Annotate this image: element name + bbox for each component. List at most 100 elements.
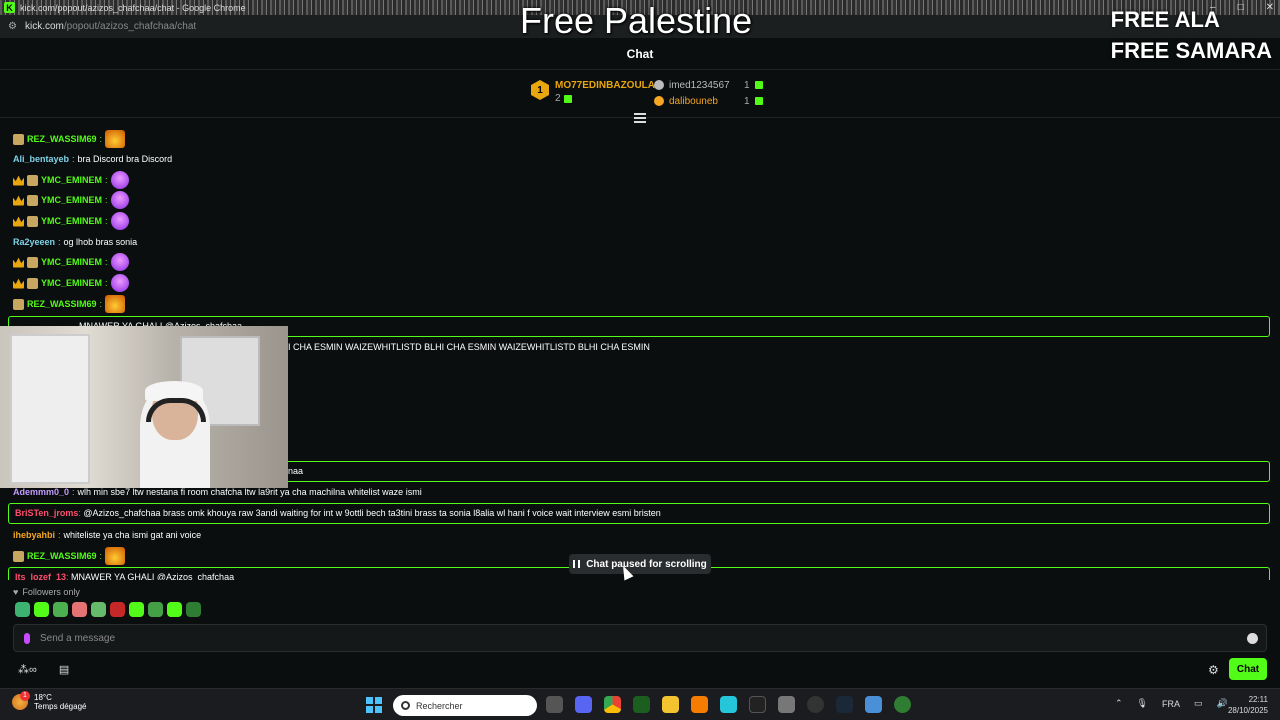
message-input-placeholder: Send a message — [40, 632, 116, 644]
quick-emote-icon[interactable] — [110, 602, 125, 617]
taskbar-clock[interactable]: 22:11 28/10/2025 — [1228, 694, 1268, 716]
chat-message: YMC_EMINEM: — [13, 273, 129, 293]
volume-icon[interactable]: 🔊 — [1217, 698, 1228, 709]
colon: : — [58, 237, 61, 247]
microphone-icon[interactable] — [24, 632, 30, 644]
chat-username[interactable]: REZ_WASSIM69 — [27, 551, 97, 561]
quick-emote-icon[interactable] — [53, 602, 68, 617]
windows-taskbar: 1 18°C Temps dégagé Rechercher ⌃ 🎙 FRA ▭… — [0, 688, 1280, 720]
leaderboard-row[interactable]: imed1234567 1 — [654, 77, 763, 93]
quick-emote-icon[interactable] — [34, 602, 49, 617]
weather-description: Temps dégagé — [34, 702, 87, 711]
quick-emote-icon[interactable] — [15, 602, 30, 617]
window-title: kick.com/popout/azizos_chafchaa/chat - G… — [20, 2, 246, 13]
subscriber-badge-icon — [13, 550, 24, 562]
chat-username[interactable]: REZ_WASSIM69 — [27, 299, 97, 309]
overlay-free-palestine: Free Palestine — [520, 0, 753, 41]
quick-emote-icon[interactable] — [129, 602, 144, 617]
message-input[interactable]: Send a message — [13, 624, 1267, 652]
weather-widget[interactable]: 1 18°C Temps dégagé — [12, 691, 87, 711]
chat-username[interactable]: YMC_EMINEM — [41, 278, 102, 288]
leaderboard-first[interactable]: 1 MO77EDINBAZOULA 2 — [531, 80, 655, 104]
followers-only-indicator: ♥ Followers only — [13, 587, 80, 597]
chat-message: REZ_WASSIM69: — [13, 546, 126, 566]
file-explorer-icon[interactable] — [662, 696, 679, 713]
quick-emote-icon[interactable] — [91, 602, 106, 617]
send-chat-button[interactable]: Chat — [1229, 658, 1267, 680]
chat-text: I CHA ESMIN WAIZEWHITLISTD BLHI CHA ESMI… — [288, 342, 650, 352]
steam-icon[interactable] — [836, 696, 853, 713]
collapse-leaderboard-icon[interactable] — [634, 113, 646, 123]
site-info-icon[interactable]: ⚙ — [8, 21, 17, 32]
app-icon[interactable] — [720, 696, 737, 713]
app-icon[interactable] — [894, 696, 911, 713]
leaderboard-row[interactable]: dalibouneb 1 — [654, 93, 763, 109]
app-icon[interactable] — [749, 696, 766, 713]
emote-icon — [110, 253, 129, 271]
leaderboard-name: dalibouneb — [669, 95, 718, 107]
taskbar-search[interactable]: Rechercher — [393, 695, 537, 716]
emote-icon — [110, 212, 129, 230]
gift-icon — [563, 94, 572, 103]
chat-username[interactable]: YMC_EMINEM — [41, 195, 102, 205]
discord-icon[interactable] — [575, 696, 592, 713]
microphone-tray-icon[interactable]: 🎙 — [1137, 698, 1148, 709]
language-indicator[interactable]: FRA — [1162, 699, 1180, 709]
chat-username[interactable]: YMC_EMINEM — [41, 216, 102, 226]
quick-emote-icon[interactable] — [72, 602, 87, 617]
reward-points-icon[interactable]: ⁂∞ — [18, 663, 37, 676]
app-icon[interactable] — [633, 696, 650, 713]
colon: : — [99, 551, 103, 561]
leaderboard-first-count: 2 — [555, 93, 561, 104]
chat-username[interactable]: lts_lozef_13 — [15, 572, 66, 580]
chat-username[interactable]: Ali_bentayeb — [13, 154, 69, 164]
app-icon[interactable] — [691, 696, 708, 713]
leaderboard-first-name: MO77EDINBAZOULA — [555, 80, 656, 91]
settings-icon[interactable] — [778, 696, 795, 713]
chat-text: @Azizos_chafchaa brass omk khouya raw 3a… — [83, 508, 661, 518]
colon: : — [99, 299, 103, 309]
gift-icon — [754, 81, 763, 89]
task-view-icon[interactable] — [546, 696, 563, 713]
clock-date: 28/10/2025 — [1227, 706, 1268, 715]
chat-message: Ali_bentayeb: bra Discord bra Discord — [13, 149, 172, 169]
quick-emote-icon[interactable] — [167, 602, 182, 617]
chat-username[interactable]: REZ_WASSIM69 — [27, 134, 97, 144]
chat-username[interactable]: BriSTen_jroms — [15, 508, 78, 518]
quick-emote-icon[interactable] — [148, 602, 163, 617]
chat-text: bra Discord bra Discord — [77, 154, 173, 164]
crown-badge-icon — [13, 257, 24, 268]
tray-chevron-icon[interactable]: ⌃ — [1115, 698, 1123, 709]
chat-text: wlh min sbe7 ltw nestana fi room chafcha… — [77, 487, 422, 497]
overlay-right-line1: FREE ALA — [1110, 7, 1220, 32]
chrome-icon[interactable] — [604, 696, 621, 713]
chat-username[interactable]: Ademmm0_0 — [13, 487, 69, 497]
windows-start-icon[interactable] — [366, 697, 382, 713]
crown-badge-icon — [13, 216, 24, 227]
network-icon[interactable]: ▭ — [1194, 698, 1203, 709]
store-icon[interactable]: ▤ — [59, 663, 69, 676]
emoji-picker-icon[interactable] — [1247, 633, 1258, 644]
clock-time: 22:11 — [1248, 695, 1268, 704]
subscriber-badge-icon — [13, 298, 24, 310]
quick-emote-icon[interactable] — [186, 602, 201, 617]
colon: : — [105, 195, 108, 205]
chat-username[interactable]: Ra2yeeen — [13, 237, 55, 247]
chat-username[interactable]: YMC_EMINEM — [41, 175, 102, 185]
app-icon[interactable] — [865, 696, 882, 713]
chat-message: YMC_EMINEM: — [13, 252, 129, 272]
crown-badge-icon — [13, 175, 24, 186]
chat-username[interactable]: YMC_EMINEM — [41, 257, 102, 267]
settings-gear-icon[interactable]: ⚙ — [1208, 663, 1219, 677]
highlighted-message: BriSTen_jroms: @Azizos_chafchaa brass om… — [8, 503, 1270, 524]
emote-icon — [105, 295, 126, 313]
leaderboard-count: 1 — [744, 95, 750, 107]
taskbar-apps — [546, 696, 911, 713]
subscriber-badge-icon — [27, 194, 38, 206]
chat-paused-button[interactable]: Chat paused for scrolling — [569, 554, 711, 574]
chat-username[interactable]: ihebyahbi — [13, 530, 55, 540]
colon: : — [105, 278, 108, 288]
colon: : — [99, 134, 103, 144]
chat-message: I CHA ESMIN WAIZEWHITLISTD BLHI CHA ESMI… — [288, 337, 650, 357]
media-player-icon[interactable] — [807, 696, 824, 713]
